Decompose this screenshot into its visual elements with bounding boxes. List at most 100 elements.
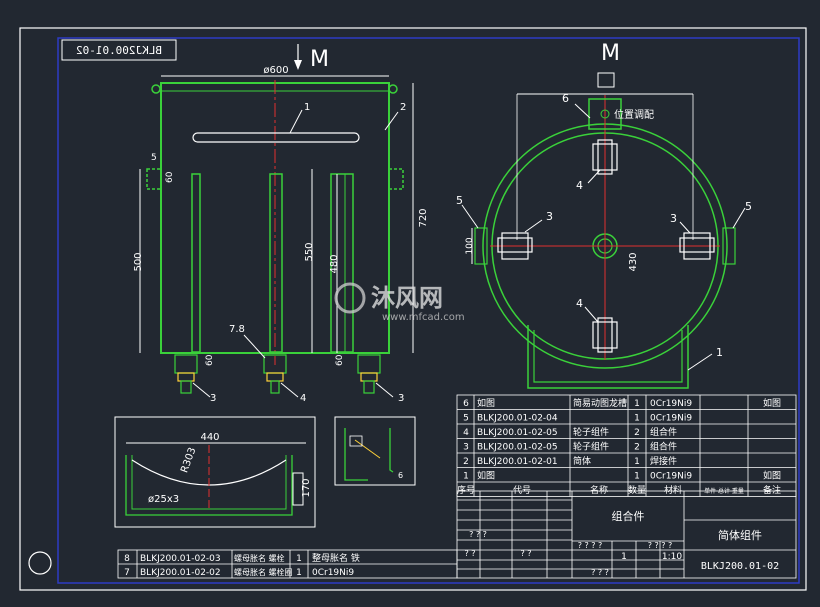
tb-placeholder-f: ? ? ? xyxy=(591,568,609,577)
balloon-front-1: 1 xyxy=(304,102,310,113)
slot xyxy=(192,132,360,143)
code-stamp: BLKJ200.01-02 xyxy=(61,39,177,61)
parts-row-no: 5 xyxy=(463,414,469,424)
front-view: ø600 5 60 500 550 480 720 60 60 7.8 1 2 … xyxy=(133,65,429,404)
balloon-front-3a: 3 xyxy=(210,393,216,404)
parts-row-qty: 2 xyxy=(634,428,640,438)
balloon-top-5a: 5 xyxy=(456,194,463,207)
tb-scale: 1:10 xyxy=(662,552,682,562)
dim-inner-center: 550 xyxy=(304,242,315,261)
lower-row-material: 0Cr19Ni9 xyxy=(312,568,354,578)
view-label-left: M xyxy=(310,47,329,72)
top-view: 位置调配 100 430 6 4 3 5 3 5 4 1 xyxy=(456,72,752,389)
small-detail: 6 xyxy=(334,416,416,486)
parts-row-material: 组合件 xyxy=(650,441,677,453)
balloon-top-4b: 4 xyxy=(576,297,583,310)
parts-row-name: 简易动图龙槽 xyxy=(573,397,627,409)
parts-row-no: 2 xyxy=(463,457,469,467)
detail-view: 440 R303 170 ø25x3 xyxy=(114,416,316,528)
parts-row-remark: 如图 xyxy=(763,397,781,409)
parts-header: 备注 xyxy=(763,484,781,496)
balloon-front-3b: 3 xyxy=(398,393,404,404)
balloon-top-3b: 3 xyxy=(670,212,677,225)
lower-row-qty: 1 xyxy=(296,568,302,578)
parts-row-code: BLKJ200.01-02-05 xyxy=(477,443,558,453)
dim-100: 100 xyxy=(465,237,475,254)
parts-row-qty: 1 xyxy=(634,457,640,467)
lower-row-material: 整母胀名 铁 xyxy=(312,552,360,564)
parts-row-material: 0Cr19Ni9 xyxy=(650,414,692,424)
dim-inner-right: 480 xyxy=(329,254,340,273)
lower-row-code: BLKJ200.01-02-02 xyxy=(140,568,221,578)
balloon-top-1: 1 xyxy=(716,346,723,359)
balloon-top-4a: 4 xyxy=(576,179,583,192)
parts-row-name: 简体 xyxy=(573,455,591,467)
parts-row-no: 1 xyxy=(463,472,469,482)
parts-row-code: 如图 xyxy=(477,470,495,482)
tb-drawing-name: 简体组件 xyxy=(718,528,762,542)
parts-row-name: 轮子组件 xyxy=(573,441,609,453)
parts-row-material: 焊接件 xyxy=(650,455,677,467)
parts-list: 6 如图 简易动图龙槽 1 0Cr19Ni9 如图 5 BLKJ200.01-02-04 1 0C… xyxy=(456,394,797,497)
watermark-brand: 沐风网 xyxy=(371,284,443,312)
parts-row-remark: 如图 xyxy=(763,470,781,482)
parts-row-material: 0Cr19Ni9 xyxy=(650,472,692,482)
balloon-top-3a: 3 xyxy=(546,210,553,223)
tb-qty: 1 xyxy=(621,552,627,562)
dim-78: 7.8 xyxy=(229,324,245,335)
parts-row-code: 如图 xyxy=(477,397,495,409)
parts-row-name: 轮子组件 xyxy=(573,426,609,438)
parts-row-no: 4 xyxy=(463,428,469,438)
dim-bracket-w: 5 xyxy=(151,153,157,163)
parts-row-qty: 2 xyxy=(634,443,640,453)
cad-drawing-canvas: BLKJ200.01-02 M M ø600 5 60 500 550 480 … xyxy=(0,0,820,607)
drawing-svg: BLKJ200.01-02 M M ø600 5 60 500 550 480 … xyxy=(19,27,807,591)
dim-bracket-h: 60 xyxy=(165,171,175,183)
view-arrow-m: M xyxy=(294,44,329,72)
dim-width-front: ø600 xyxy=(263,65,288,76)
dim-detail-width: 440 xyxy=(200,432,219,443)
dim-small-6: 6 xyxy=(398,471,403,480)
dim-detail-height: 170 xyxy=(301,478,312,497)
parts-row-qty: 1 xyxy=(634,472,640,482)
lower-row-no: 7 xyxy=(124,568,130,578)
lower-row-name: 螺母胀名 螺栓 xyxy=(234,553,285,563)
code-stamp-text: BLKJ200.01-02 xyxy=(76,44,162,57)
parts-row-qty: 1 xyxy=(634,414,640,424)
dim-detail-holes: ø25x3 xyxy=(148,494,179,505)
dim-430: 430 xyxy=(628,252,639,271)
balloon-front-2: 2 xyxy=(400,102,406,113)
parts-header: 序号 xyxy=(457,484,475,496)
parts-row-no: 6 xyxy=(463,399,469,409)
lower-row-no: 8 xyxy=(124,554,130,564)
tb-material-label: 组合件 xyxy=(612,509,645,523)
tb-placeholder-c: ? ? ? xyxy=(469,530,487,539)
watermark-url: www.mfcad.com xyxy=(382,312,465,323)
tb-placeholder-b: ? ? ? ? xyxy=(648,541,673,550)
parts-row-code: BLKJ200.01-02-01 xyxy=(477,457,558,467)
dim-height-total: 720 xyxy=(418,208,429,227)
parts-row-material: 0Cr19Ni9 xyxy=(650,399,692,409)
dim-detail-radius: R303 xyxy=(179,446,198,474)
parts-header: 材料 xyxy=(664,484,682,496)
tb-drawing-code: BLKJ200.01-02 xyxy=(701,561,779,572)
watermark: 沐风网 www.mfcad.com xyxy=(334,282,465,323)
lower-row-name: 螺母胀名 螺栓圈 xyxy=(234,567,293,577)
parts-row-material: 组合件 xyxy=(650,426,677,438)
dim-bottom-left: 60 xyxy=(205,354,215,366)
dim-bottom-right: 60 xyxy=(335,354,345,366)
tb-placeholder-e: ? ? xyxy=(520,549,531,558)
parts-header: 代号 xyxy=(513,485,531,496)
view-label-right: M xyxy=(601,41,620,66)
dim-inner-left: 500 xyxy=(133,252,144,271)
note-position: 位置调配 xyxy=(614,108,654,121)
lower-list: 8 BLKJ200.01-02-03 螺母胀名 螺栓 1 整母胀名 铁 7 BLKJ200.… xyxy=(117,549,458,579)
lower-row-code: BLKJ200.01-02-03 xyxy=(140,554,221,564)
parts-header: 数量 xyxy=(628,484,646,496)
parts-row-code: BLKJ200.01-02-05 xyxy=(477,428,558,438)
parts-row-no: 3 xyxy=(463,443,469,453)
parts-row-qty: 1 xyxy=(634,399,640,409)
balloon-top-5b: 5 xyxy=(745,200,752,213)
parts-row-code: BLKJ200.01-02-04 xyxy=(477,414,558,424)
lower-row-qty: 1 xyxy=(296,554,302,564)
